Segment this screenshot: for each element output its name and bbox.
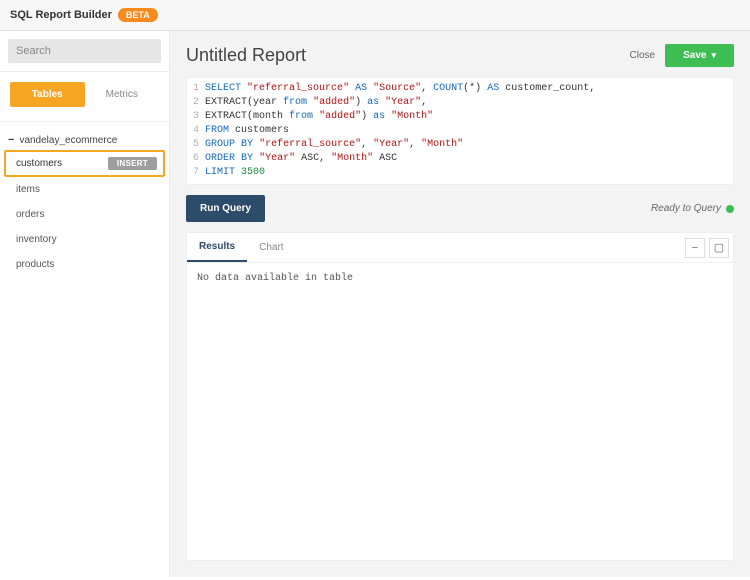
- chevron-down-icon: ▾: [711, 50, 716, 61]
- save-button[interactable]: Save ▾: [665, 44, 734, 67]
- sql-editor[interactable]: 1234567 SELECT "referral_source" AS "Sou…: [186, 77, 734, 185]
- query-status: Ready to Query: [651, 203, 734, 214]
- table-label: items: [16, 184, 40, 195]
- minimize-icon[interactable]: −: [685, 238, 705, 258]
- run-bar: Run Query Ready to Query: [170, 185, 750, 232]
- collapse-icon: −: [8, 134, 14, 146]
- table-item-orders[interactable]: orders: [0, 202, 169, 227]
- results-tabs: Results Chart − ▢: [187, 233, 733, 263]
- sidebar-tabs: Tables Metrics: [0, 72, 169, 115]
- search-input[interactable]: [8, 39, 161, 63]
- table-label: customers: [16, 158, 62, 169]
- tab-results[interactable]: Results: [187, 233, 247, 262]
- beta-badge: BETA: [118, 8, 158, 22]
- save-label: Save: [683, 50, 706, 61]
- fullscreen-icon[interactable]: ▢: [709, 238, 729, 258]
- table-label: products: [16, 259, 54, 270]
- table-label: inventory: [16, 234, 57, 245]
- app-title: SQL Report Builder: [10, 9, 112, 21]
- line-gutter: 1234567: [187, 82, 205, 180]
- close-button[interactable]: Close: [630, 50, 656, 61]
- database-name: vandelay_ecommerce: [19, 135, 117, 146]
- table-label: orders: [16, 209, 44, 220]
- tab-chart[interactable]: Chart: [247, 234, 295, 261]
- app-header: SQL Report Builder BETA: [0, 0, 750, 31]
- search-container: [0, 31, 169, 72]
- sql-code[interactable]: SELECT "referral_source" AS "Source", CO…: [205, 82, 733, 180]
- tab-tables[interactable]: Tables: [10, 82, 85, 107]
- report-title[interactable]: Untitled Report: [186, 45, 306, 66]
- status-text: Ready to Query: [651, 203, 721, 214]
- no-data-message: No data available in table: [187, 263, 733, 294]
- database-group-header[interactable]: − vandelay_ecommerce: [0, 121, 169, 150]
- run-query-button[interactable]: Run Query: [186, 195, 265, 222]
- table-item-inventory[interactable]: inventory: [0, 227, 169, 252]
- status-dot-icon: [726, 205, 734, 213]
- layout: Tables Metrics − vandelay_ecommerce cust…: [0, 31, 750, 577]
- results-panel: Results Chart − ▢ No data available in t…: [186, 232, 734, 561]
- tab-metrics[interactable]: Metrics: [85, 82, 160, 107]
- table-list: customers INSERT items orders inventory …: [0, 150, 169, 277]
- table-item-customers[interactable]: customers INSERT: [4, 150, 165, 177]
- table-item-items[interactable]: items: [0, 177, 169, 202]
- main-panel: Untitled Report Close Save ▾ 1234567 SEL…: [170, 31, 750, 577]
- toolbar-actions: Close Save ▾: [630, 44, 734, 67]
- report-toolbar: Untitled Report Close Save ▾: [170, 31, 750, 77]
- insert-button[interactable]: INSERT: [108, 157, 157, 170]
- table-item-products[interactable]: products: [0, 252, 169, 277]
- sidebar: Tables Metrics − vandelay_ecommerce cust…: [0, 31, 170, 577]
